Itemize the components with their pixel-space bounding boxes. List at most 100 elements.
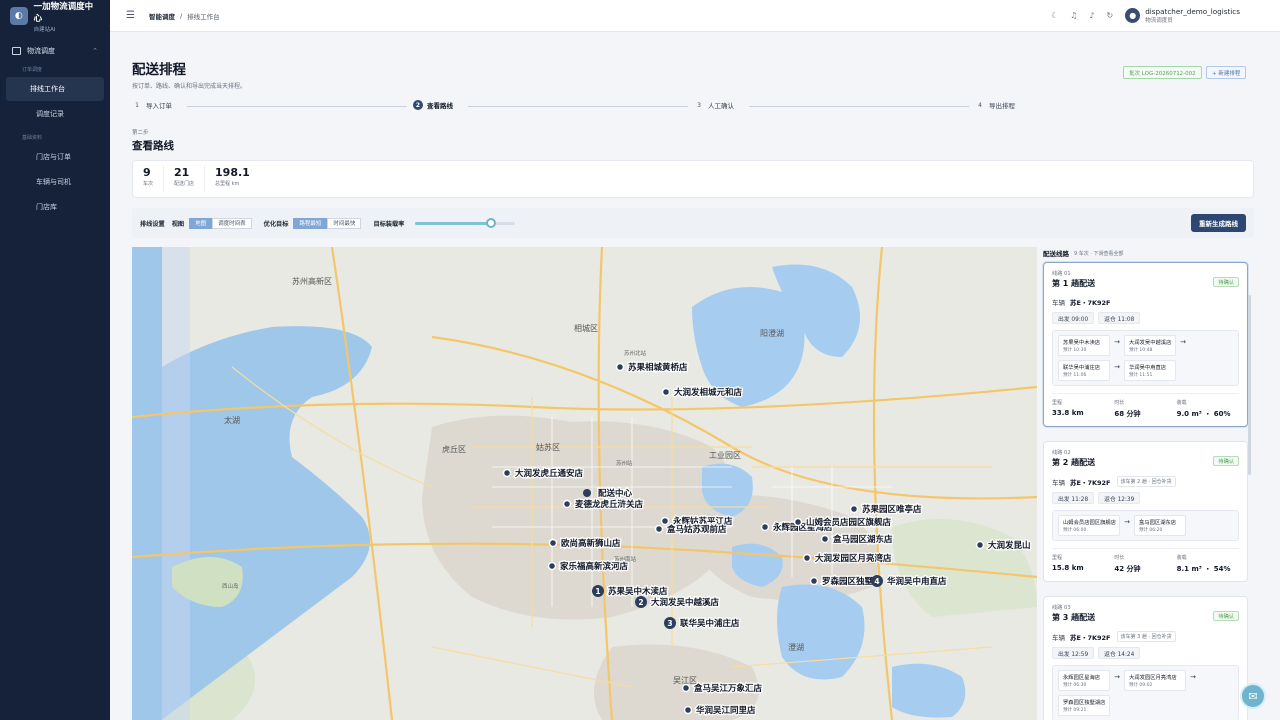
- stop-chip[interactable]: 苏果吴中木渎店 预计 10:30: [1058, 335, 1110, 356]
- nav-section-title: 订单调度: [22, 67, 43, 73]
- time-chips: 出发 11:28 返仓 12:39: [1052, 492, 1239, 504]
- opt-option-fastest[interactable]: 时间最快: [327, 217, 362, 229]
- stop-chip[interactable]: 永辉园区星海店 预计 06:30: [1058, 670, 1110, 691]
- stats-bar: 9 车次 21 配送门店 198.1 总里程 km: [132, 160, 1254, 198]
- step-export[interactable]: 4 导出排程: [975, 100, 1015, 111]
- marker-dot: [660, 516, 670, 526]
- route-card[interactable]: 线路 01 第 1 趟配送 待确认 车辆 苏E・7K92F 出发 09:00 返…: [1043, 262, 1248, 427]
- map-place-label: 阳澄湖: [760, 328, 784, 338]
- bell-icon[interactable]: ♫: [1070, 11, 1077, 20]
- sidebar-item-store-library[interactable]: 门店库: [6, 195, 104, 219]
- marker-dot: [802, 553, 812, 563]
- stat-label: 总里程 km: [215, 181, 240, 187]
- arrow-right-icon: →: [1180, 338, 1186, 346]
- metric-label: 时长: [1114, 555, 1125, 561]
- route-list-scrollbar[interactable]: [1248, 295, 1251, 475]
- optimize-toggle: 路程最短 时间最快: [293, 217, 362, 229]
- step-label: 查看路线: [427, 102, 453, 110]
- new-schedule-button[interactable]: + 新建排程: [1206, 66, 1247, 79]
- stop-chip[interactable]: 华润吴中甪直店 预计 11:51: [1124, 360, 1176, 381]
- time-chips: 出发 09:00 返仓 11:08: [1052, 312, 1239, 324]
- calendar-icon: [12, 47, 21, 55]
- breadcrumb: 智能调度 / 排线工作台: [149, 11, 220, 21]
- map-place-label: 西山岛: [222, 582, 239, 590]
- stop-chip[interactable]: 大润发吴中越溪店 预计 10:48: [1124, 335, 1176, 356]
- regenerate-routes-button[interactable]: 重新生成路线: [1191, 214, 1246, 232]
- sidebar-item-dispatch-records[interactable]: 调度记录: [6, 102, 104, 126]
- sidebar-item-vehicles-drivers[interactable]: 车辆与司机: [6, 170, 104, 194]
- map-place-label: 苏州北站: [624, 349, 647, 357]
- stop-chip[interactable]: 大润发园区月亮湾店 预计 09:02: [1124, 670, 1186, 691]
- avatar: ●: [1125, 8, 1141, 23]
- step-import[interactable]: 1 导入订单: [132, 100, 172, 111]
- route-name: 第 2 趟配送: [1052, 458, 1096, 467]
- marker-dot: [615, 362, 625, 372]
- store-marker[interactable]: 山姆会员店园区旗舰店: [793, 516, 893, 529]
- route-settings-bar: 排线设置 视图 地图 调度时间表 优化目标 路程最短 时间最快 目标装载率 重新…: [132, 208, 1254, 238]
- moon-icon[interactable]: ☾: [1051, 11, 1058, 20]
- metric-distance: 里程 15.8 km: [1052, 554, 1114, 574]
- main-content: 配送排程 按订单、路线、确认和导出完成当天排程。 批次 LOG-20260712…: [110, 32, 1280, 720]
- user-menu[interactable]: ● dispatcher_demo_logistics 物流调度员: [1125, 7, 1240, 24]
- refresh-icon[interactable]: ↻: [1107, 11, 1114, 20]
- topbar: ☰ 智能调度 / 排线工作台 ☾ ♫ ♪ ↻ ● dispatcher_demo…: [110, 0, 1280, 32]
- route-card[interactable]: 线路 03 第 3 趟配送 待确认 车辆 苏E・7K92F 该车第 3 趟 · …: [1043, 596, 1248, 720]
- stop-chip[interactable]: 山姆会员店园区旗舰店 预计 06:00: [1058, 515, 1120, 536]
- step-caption: 第二步: [132, 130, 149, 136]
- store-marker[interactable]: 盒马园区湖东店: [820, 533, 894, 546]
- truck-logo-icon: ◐: [10, 7, 28, 25]
- marker-dot: [683, 705, 693, 715]
- depart-time: 出发 12:59: [1052, 647, 1095, 659]
- marker-dot: [760, 522, 770, 532]
- load-label: 目标装载率: [373, 220, 405, 228]
- opt-option-shortest[interactable]: 路程最短: [293, 217, 328, 229]
- status-badge: 待确认: [1213, 611, 1239, 621]
- route-map[interactable]: 苏州高新区 相城区 阳澄湖 太湖 虎丘区 姑苏区 工业园区 吴江区 西山岛 澄湖…: [132, 247, 1037, 720]
- sidebar-item-route-workbench[interactable]: 排线工作台: [6, 77, 104, 101]
- metric-label: 时长: [1114, 400, 1125, 406]
- menu-toggle-icon[interactable]: ☰: [126, 10, 135, 21]
- nav-section-title: 基础资料: [22, 135, 43, 141]
- store-marker-label: 大润发昆山: [988, 540, 1031, 551]
- marker-dot: [548, 538, 558, 548]
- step-confirm[interactable]: 3 人工确认: [694, 100, 734, 111]
- view-option-map[interactable]: 地图: [189, 217, 213, 229]
- store-marker[interactable]: 家乐福高新滨河店: [547, 560, 630, 573]
- store-marker-label: 联华吴中浦庄店: [680, 618, 740, 629]
- store-marker[interactable]: 麦德龙虎丘浒关店: [562, 498, 645, 511]
- map-canvas: 苏州高新区 相城区 阳澄湖 太湖 虎丘区 姑苏区 工业园区 吴江区 西山岛 澄湖…: [132, 247, 1037, 720]
- store-marker-label: 欧尚高新狮山店: [561, 538, 621, 549]
- store-marker[interactable]: 大润发虎丘通安店: [502, 467, 585, 480]
- route-card[interactable]: 线路 02 第 2 趟配送 待确认 车辆 苏E・7K92F 该车第 2 趟 · …: [1043, 441, 1248, 582]
- store-marker[interactable]: 大润发园区月亮湾店: [802, 552, 893, 565]
- slider-handle[interactable]: [486, 217, 497, 228]
- marker-sequence-number: 4: [874, 577, 879, 586]
- store-marker[interactable]: 欧尚高新狮山店: [548, 537, 622, 550]
- stepper: 1 导入订单 2 查看路线 3 人工确认 4 导出排程: [132, 100, 1042, 112]
- load-rate-slider[interactable]: [415, 217, 516, 228]
- store-marker[interactable]: 盒马姑苏观前店: [654, 523, 728, 536]
- store-marker[interactable]: 华润吴江同里店: [683, 704, 757, 717]
- stop-chip[interactable]: 联华吴中浦庄店 预计 11:06: [1058, 360, 1110, 381]
- step-connector: [749, 106, 969, 107]
- marker-dot: [793, 517, 803, 527]
- map-place-label: 苏州站: [616, 459, 633, 467]
- sidebar-item-stores-orders[interactable]: 门店与订单: [6, 145, 104, 169]
- chat-assistant-button[interactable]: ✉: [1240, 683, 1266, 709]
- stop-chip[interactable]: 盒马园区湖东店 预计 06:20: [1134, 515, 1186, 536]
- store-marker-label: 盒马吴江万象汇店: [693, 683, 763, 694]
- store-marker[interactable]: 苏果园区唯亭店: [849, 503, 923, 516]
- depot-marker[interactable]: [583, 489, 591, 497]
- user-name: dispatcher_demo_logistics: [1145, 7, 1240, 16]
- store-marker[interactable]: 盒马吴江万象汇店: [681, 682, 764, 695]
- store-marker-label: 盒马园区湖东店: [832, 534, 893, 545]
- store-marker[interactable]: 苏果相城黄桥店: [615, 361, 689, 374]
- step-view-routes[interactable]: 2 查看路线: [413, 100, 453, 110]
- nav-group-logistics[interactable]: 物流调度 ⌃: [0, 40, 110, 62]
- stop-chip[interactable]: 罗森园区独墅湖店 预计 09:21: [1058, 695, 1110, 716]
- view-option-timeline[interactable]: 调度时间表: [212, 217, 252, 229]
- breadcrumb-item[interactable]: 智能调度: [149, 11, 175, 21]
- store-marker[interactable]: 大润发相城元和店: [661, 386, 744, 399]
- stop-eta: 预计 09:02: [1129, 683, 1153, 688]
- notification-icon[interactable]: ♪: [1089, 11, 1094, 20]
